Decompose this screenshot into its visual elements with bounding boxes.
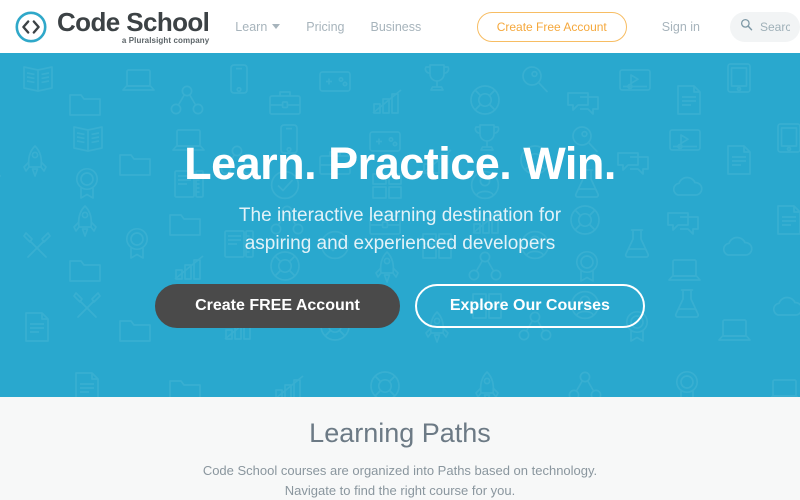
search-input[interactable] xyxy=(760,19,790,34)
nav-item-learn[interactable]: Learn xyxy=(235,19,281,34)
nav-item-pricing-label: Pricing xyxy=(306,19,345,34)
brand-logo-link[interactable]: Code School a Pluralsight company xyxy=(14,6,210,45)
create-free-account-button[interactable]: Create Free Account xyxy=(476,11,627,42)
nav-item-learn-label: Learn xyxy=(235,19,268,34)
primary-nav: Learn Pricing Business xyxy=(235,20,421,34)
hero-subtitle-line-2: aspiring and experienced developers xyxy=(244,232,556,254)
create-free-account-hero-button[interactable]: Create FREE Account xyxy=(155,284,400,329)
brand-tagline: a Pluralsight company xyxy=(121,35,210,45)
nav-item-business-label: Business xyxy=(370,19,422,34)
brand-name: Code School xyxy=(57,6,210,37)
site-header: Code School a Pluralsight company Learn … xyxy=(0,0,800,53)
explore-our-courses-button[interactable]: Explore Our Courses xyxy=(414,284,645,329)
header-actions: Create Free Account Sign in xyxy=(476,0,800,53)
nav-item-business[interactable]: Business xyxy=(371,20,422,34)
brand-text: Code School a Pluralsight company xyxy=(57,6,210,45)
code-brackets-circle-icon xyxy=(14,10,48,44)
hero-actions: Create FREE Account Explore Our Courses xyxy=(0,284,800,329)
search-box[interactable] xyxy=(730,11,800,42)
learning-paths-title: Learning Paths xyxy=(309,418,491,448)
hero-subtitle: The interactive learning destination for… xyxy=(0,202,800,257)
hero-content: Learn. Practice. Win. The interactive le… xyxy=(0,53,800,329)
nav-item-pricing[interactable]: Pricing xyxy=(306,20,344,34)
hero-banner: Learn. Practice. Win. The interactive le… xyxy=(0,53,800,397)
chevron-down-icon xyxy=(272,24,281,29)
hero-subtitle-line-1: The interactive learning destination for xyxy=(238,205,562,226)
learning-paths-description: Code School courses are organized into P… xyxy=(202,462,598,499)
hero-title: Learn. Practice. Win. xyxy=(184,138,616,189)
learning-paths-section: Learning Paths Code School courses are o… xyxy=(0,397,800,500)
sign-in-link[interactable]: Sign in xyxy=(662,20,700,34)
search-icon xyxy=(740,18,753,36)
